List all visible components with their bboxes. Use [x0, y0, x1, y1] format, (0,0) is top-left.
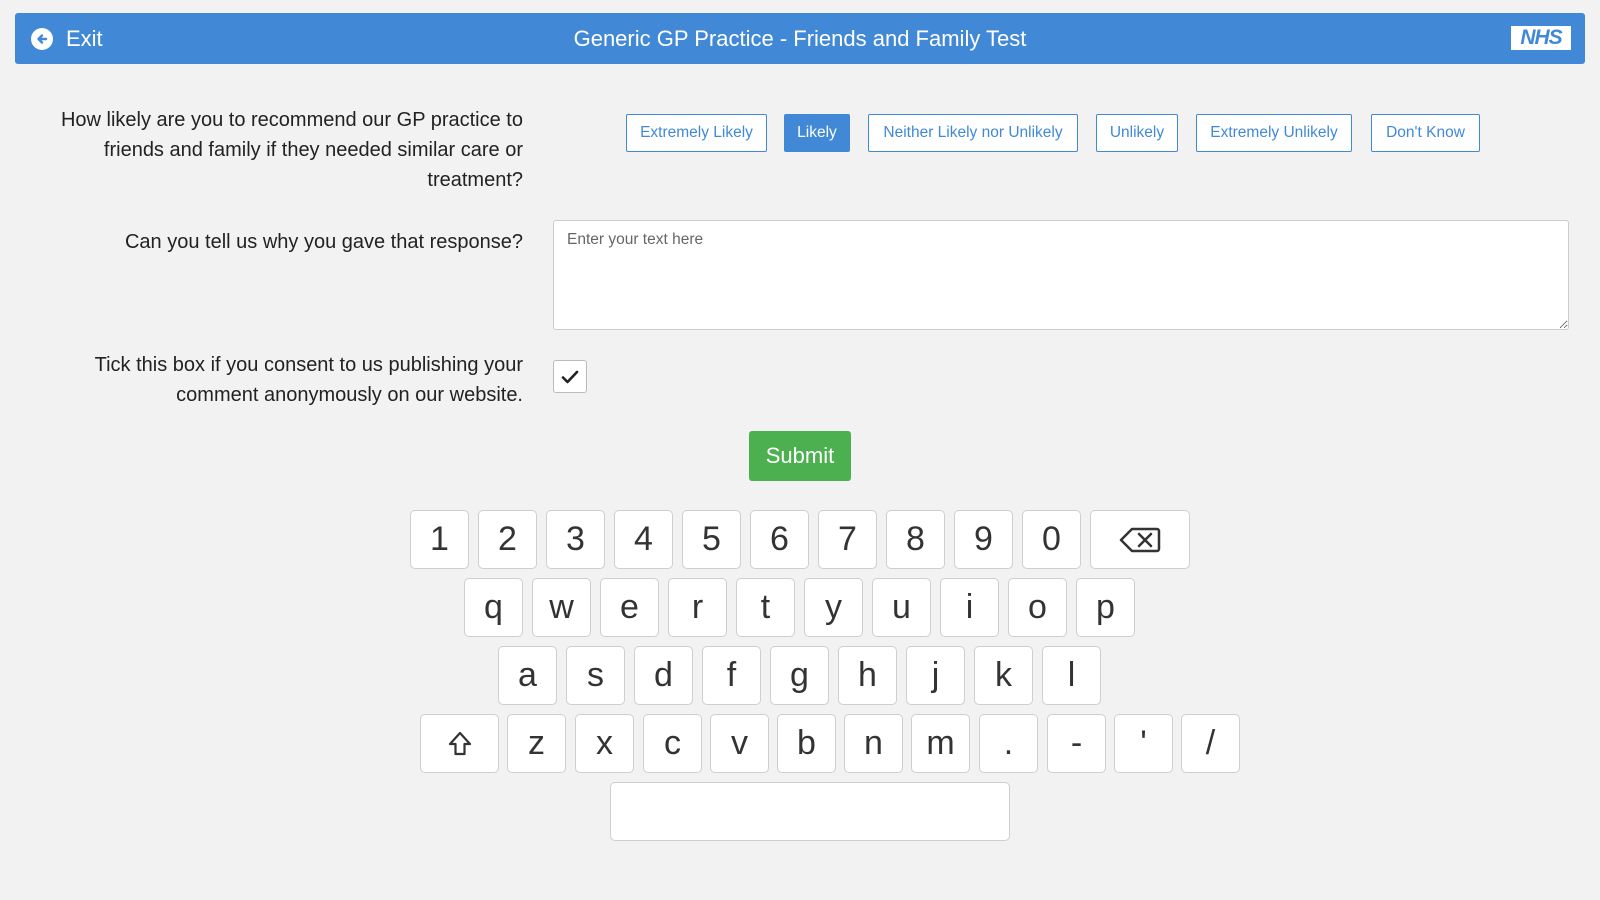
- key-7[interactable]: 7: [818, 510, 877, 569]
- arrow-left-circle-icon: [31, 27, 53, 50]
- nhs-logo-text: NHS: [1520, 26, 1562, 49]
- key-l[interactable]: l: [1042, 646, 1101, 705]
- key-4[interactable]: 4: [614, 510, 673, 569]
- key-2[interactable]: 2: [478, 510, 537, 569]
- key-e[interactable]: e: [600, 578, 659, 637]
- key-m[interactable]: m: [911, 714, 970, 773]
- key-d[interactable]: d: [634, 646, 693, 705]
- reason-question-label: Can you tell us why you gave that respon…: [124, 231, 523, 253]
- key-1[interactable]: 1: [410, 510, 469, 569]
- option-likely[interactable]: Likely: [784, 114, 850, 152]
- key-0[interactable]: 0: [1022, 510, 1081, 569]
- submit-button[interactable]: Submit: [749, 431, 851, 481]
- key-period[interactable]: .: [979, 714, 1038, 773]
- key-z[interactable]: z: [507, 714, 566, 773]
- key-u[interactable]: u: [872, 578, 931, 637]
- option-neither[interactable]: Neither Likely nor Unlikely: [868, 114, 1078, 152]
- exit-label: Exit: [66, 25, 103, 51]
- key-q[interactable]: q: [464, 578, 523, 637]
- key-h[interactable]: h: [838, 646, 897, 705]
- key-f[interactable]: f: [702, 646, 761, 705]
- key-g[interactable]: g: [770, 646, 829, 705]
- key-t[interactable]: t: [736, 578, 795, 637]
- key-v[interactable]: v: [710, 714, 769, 773]
- key-n[interactable]: n: [844, 714, 903, 773]
- key-w[interactable]: w: [532, 578, 591, 637]
- shift-icon: [448, 731, 471, 755]
- key-hyphen[interactable]: -: [1047, 714, 1106, 773]
- recommend-question-label: How likely are you to recommend our GP p…: [60, 109, 523, 191]
- key-y[interactable]: y: [804, 578, 863, 637]
- consent-checkbox[interactable]: [553, 360, 587, 393]
- key-6[interactable]: 6: [750, 510, 809, 569]
- app-header: Exit Generic GP Practice - Friends and F…: [15, 13, 1585, 64]
- key-slash[interactable]: /: [1181, 714, 1240, 773]
- key-j[interactable]: j: [906, 646, 965, 705]
- key-backspace[interactable]: [1090, 510, 1190, 569]
- consent-question-label: Tick this box if you consent to us publi…: [94, 354, 523, 406]
- key-x[interactable]: x: [575, 714, 634, 773]
- page-title: Generic GP Practice - Friends and Family…: [573, 25, 1027, 51]
- key-apostrophe[interactable]: ': [1114, 714, 1173, 773]
- key-5[interactable]: 5: [682, 510, 741, 569]
- nhs-logo: NHS: [1511, 26, 1571, 50]
- option-extremely-likely[interactable]: Extremely Likely: [626, 114, 767, 152]
- key-p[interactable]: p: [1076, 578, 1135, 637]
- key-o[interactable]: o: [1008, 578, 1067, 637]
- option-dont-know[interactable]: Don't Know: [1371, 114, 1480, 152]
- option-unlikely[interactable]: Unlikely: [1096, 114, 1178, 152]
- key-9[interactable]: 9: [954, 510, 1013, 569]
- checkmark-icon: [561, 370, 579, 383]
- key-shift[interactable]: [420, 714, 499, 773]
- key-k[interactable]: k: [974, 646, 1033, 705]
- option-extremely-unlikely[interactable]: Extremely Unlikely: [1196, 114, 1352, 152]
- key-i[interactable]: i: [940, 578, 999, 637]
- backspace-icon: [1119, 527, 1161, 552]
- key-a[interactable]: a: [498, 646, 557, 705]
- reason-textarea[interactable]: [553, 220, 1569, 330]
- key-c[interactable]: c: [643, 714, 702, 773]
- key-3[interactable]: 3: [546, 510, 605, 569]
- exit-button[interactable]: Exit: [31, 13, 103, 64]
- key-r[interactable]: r: [668, 578, 727, 637]
- key-b[interactable]: b: [777, 714, 836, 773]
- key-space[interactable]: [610, 782, 1010, 841]
- key-8[interactable]: 8: [886, 510, 945, 569]
- key-s[interactable]: s: [566, 646, 625, 705]
